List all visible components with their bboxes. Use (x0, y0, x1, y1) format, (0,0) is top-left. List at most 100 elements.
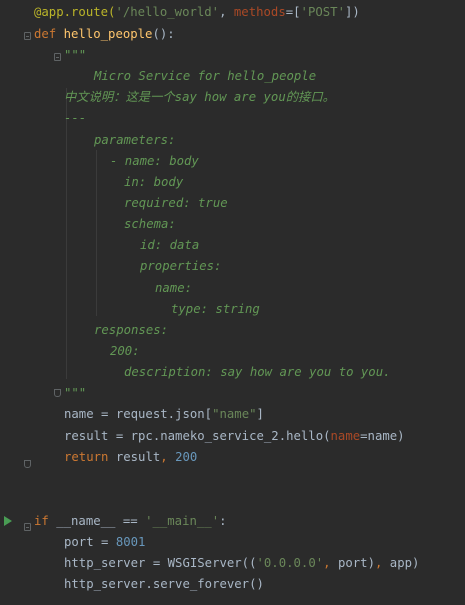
code-line[interactable]: """ (0, 45, 465, 66)
code-token: type: string (171, 302, 260, 316)
code-line[interactable]: type: string (0, 299, 465, 320)
code-text: required: true (124, 193, 228, 214)
code-token: """ (64, 386, 87, 400)
code-token: id: data (140, 238, 200, 252)
code-token: required: true (124, 196, 228, 210)
code-line[interactable]: --- (0, 108, 465, 129)
code-token: return (64, 450, 116, 464)
code-token: (): (152, 27, 175, 41)
code-token: """ (64, 48, 87, 62)
code-line[interactable]: Micro Service for hello_people (0, 66, 465, 87)
code-token: port) (337, 556, 375, 570)
code-token: result (115, 450, 161, 464)
code-line[interactable]: parameters: (0, 130, 465, 151)
code-token: Micro Service for hello_people (94, 69, 317, 83)
code-text: responses: (94, 320, 168, 341)
code-token: 'POST' (300, 5, 345, 19)
code-token: ]) (344, 5, 360, 19)
code-editor[interactable]: @app.route('/hello_world', methods=['POS… (0, 0, 465, 605)
code-token: '__main__' (145, 514, 220, 528)
code-text: - name: body (110, 151, 199, 172)
code-token: __name__ == (56, 514, 146, 528)
code-line[interactable]: 200: (0, 341, 465, 362)
code-token: def (34, 27, 64, 41)
code-token: , (219, 5, 234, 19)
code-line[interactable]: name: (0, 278, 465, 299)
code-line[interactable]: http_server.serve_forever() (0, 574, 465, 595)
code-text: type: string (171, 299, 260, 320)
code-line[interactable]: schema: (0, 214, 465, 235)
code-token: parameters: (94, 133, 176, 147)
code-token: , (374, 556, 390, 570)
code-line[interactable]: - name: body (0, 151, 465, 172)
code-line[interactable]: properties: (0, 256, 465, 277)
code-line[interactable]: result = rpc.nameko_service_2.hello(name… (0, 426, 465, 447)
code-token: 中文说明：这是一个say how are you的接口。 (64, 90, 335, 104)
code-token: --- (64, 111, 87, 125)
code-text: http_server = WSGIServer(('0.0.0.0', por… (64, 553, 419, 574)
code-text: description: say how are you to you. (124, 362, 391, 383)
code-text: if __name__ == '__main__': (34, 511, 227, 532)
code-token: 8001 (115, 535, 146, 549)
code-line[interactable]: if __name__ == '__main__': (0, 511, 465, 532)
code-token: 200: (110, 344, 140, 358)
code-text: def hello_people(): (34, 24, 175, 45)
code-token: '/hello_world' (115, 5, 220, 19)
code-token: name: (155, 281, 193, 295)
code-line[interactable]: in: body (0, 172, 465, 193)
code-line[interactable]: http_server = WSGIServer(('0.0.0.0', por… (0, 553, 465, 574)
code-token: "name" (212, 407, 257, 421)
code-token: description: say how are you to you. (124, 365, 391, 379)
code-token: in: body (124, 175, 184, 189)
code-token: if (34, 514, 57, 528)
code-text: parameters: (94, 130, 175, 151)
code-line[interactable]: required: true (0, 193, 465, 214)
code-token: ] (256, 407, 264, 421)
code-text: properties: (140, 256, 221, 277)
code-token: '0.0.0.0' (256, 556, 324, 570)
code-text: name = request.json["name"] (64, 404, 264, 425)
code-line[interactable]: name = request.json["name"] (0, 404, 465, 425)
code-token: responses: (94, 323, 169, 337)
code-text: in: body (124, 172, 183, 193)
code-text: """ (64, 45, 86, 66)
code-token: name (330, 429, 361, 443)
code-line[interactable] (0, 489, 465, 510)
code-token: name = request.json[ (64, 407, 213, 421)
code-text: return result, 200 (64, 447, 197, 468)
code-line[interactable]: port = 8001 (0, 532, 465, 553)
code-token: http_server = WSGIServer(( (64, 556, 257, 570)
code-token: hello_people (63, 27, 153, 41)
code-token: =name) (360, 429, 405, 443)
code-text: name: (155, 278, 192, 299)
code-token: port = (64, 535, 116, 549)
code-token: 200 (175, 450, 198, 464)
code-token: result = rpc.nameko_service_2.hello( (64, 429, 331, 443)
code-text: --- (64, 108, 86, 129)
code-line[interactable]: description: say how are you to you. (0, 362, 465, 383)
code-text: @app.route('/hello_world', methods=['POS… (34, 2, 360, 23)
code-line[interactable]: responses: (0, 320, 465, 341)
code-token: =[ (285, 5, 301, 19)
code-line[interactable]: def hello_people(): (0, 24, 465, 45)
code-line[interactable]: """ (0, 383, 465, 404)
code-token: app) (389, 556, 420, 570)
code-line[interactable]: id: data (0, 235, 465, 256)
code-text: 中文说明：这是一个say how are you的接口。 (64, 87, 335, 108)
code-token: http_server.serve_forever() (64, 577, 264, 591)
code-token: - name: body (110, 154, 199, 168)
code-token: @app.route( (34, 5, 116, 19)
code-line[interactable]: @app.route('/hello_world', methods=['POS… (0, 2, 465, 23)
code-text: schema: (124, 214, 176, 235)
code-text: id: data (140, 235, 199, 256)
code-text: http_server.serve_forever() (64, 574, 264, 595)
code-token: , (323, 556, 338, 570)
code-token: , (160, 450, 176, 464)
code-text: result = rpc.nameko_service_2.hello(name… (64, 426, 405, 447)
code-token: methods (233, 5, 286, 19)
code-line[interactable] (0, 468, 465, 489)
code-line[interactable]: return result, 200 (0, 447, 465, 468)
code-token: : (219, 514, 227, 528)
code-text: Micro Service for hello_people (94, 66, 316, 87)
code-line[interactable]: 中文说明：这是一个say how are you的接口。 (0, 87, 465, 108)
